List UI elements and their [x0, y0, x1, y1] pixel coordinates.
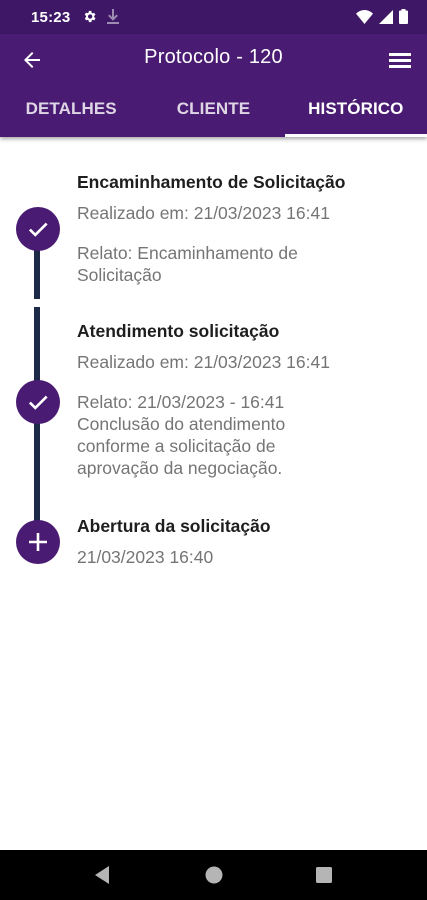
entry-title: Atendimento solicitação [77, 321, 280, 341]
tab-cliente[interactable]: CLIENTE [142, 86, 284, 137]
history-entry: Atendimento solicitação Realizado em: 21… [77, 320, 407, 479]
tab-historico[interactable]: HISTÓRICO [284, 86, 427, 137]
entry-title: Encaminhamento de Solicitação [77, 172, 346, 192]
wifi-icon [356, 9, 373, 29]
tab-bar: DETALHES CLIENTE HISTÓRICO [0, 86, 427, 137]
page-title: Protocolo - 120 [144, 46, 283, 68]
check-icon [16, 380, 60, 424]
entry-date: 21/03/2023 16:40 [77, 547, 214, 567]
entry-date: Realizado em: 21/03/2023 16:41 [77, 352, 330, 372]
entry-report: Relato: 21/03/2023 - 16:41 Conclusão do … [77, 392, 286, 478]
status-bar: 15:23 [0, 0, 427, 34]
battery-icon [399, 9, 408, 29]
entry-title: Abertura da solicitação [77, 516, 271, 536]
recents-square-icon[interactable] [315, 865, 333, 890]
download-icon [107, 9, 119, 29]
app-bar: Protocolo - 120 DETALHES CLIENTE HISTÓRI… [0, 34, 427, 137]
system-nav-bar [0, 850, 427, 900]
check-icon [16, 207, 60, 251]
plus-icon [16, 520, 60, 564]
entry-report: Relato: Encaminhamento de Solicitação [77, 243, 298, 285]
entry-date: Realizado em: 21/03/2023 16:41 [77, 203, 330, 223]
timeline-line [34, 307, 40, 547]
history-entry: Abertura da solicitação 21/03/2023 16:40 [77, 515, 407, 568]
signal-icon [379, 9, 393, 29]
status-time: 15:23 [31, 9, 71, 26]
hamburger-menu-icon[interactable] [387, 48, 413, 72]
back-triangle-icon[interactable] [93, 865, 111, 890]
tab-detalhes[interactable]: DETALHES [0, 86, 142, 137]
history-entry: Encaminhamento de Solicitação Realizado … [77, 171, 407, 286]
gear-icon [82, 9, 97, 29]
home-circle-icon[interactable] [204, 865, 224, 890]
